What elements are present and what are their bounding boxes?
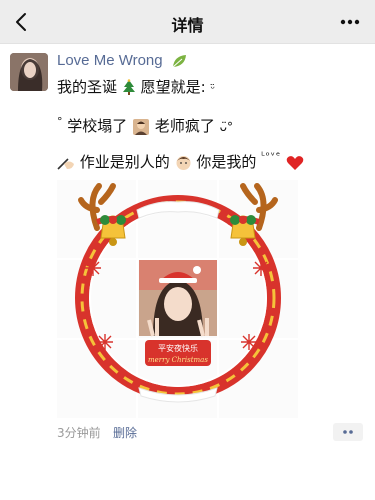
writing-hand-icon xyxy=(57,157,74,170)
post-line-1: 我的圣诞 愿望就是: ᵕ̈ xyxy=(57,78,215,96)
leaf-icon xyxy=(172,55,186,68)
image-caption-cn: 平安夜快乐 xyxy=(158,343,198,353)
delete-link[interactable]: 删除 xyxy=(113,424,137,441)
post-line-3: 作业是别人的 你是我的 ᴸᵒᵛᵉ xyxy=(57,151,304,172)
christmas-tree-icon xyxy=(122,79,135,95)
post-line-2: ° 学校塌了 老师疯了 ᴗ̈° xyxy=(57,115,233,135)
teacher-icon xyxy=(133,118,150,135)
image-grid[interactable]: 平安夜快乐 merry Christmas xyxy=(57,180,299,418)
image-caption-en: merry Christmas xyxy=(148,356,208,364)
christmas-wreath-illustration: 平安夜快乐 merry Christmas xyxy=(75,183,281,403)
red-heart-icon xyxy=(286,155,304,170)
page-title: 详情 xyxy=(171,16,204,35)
avatar[interactable] xyxy=(10,53,48,91)
nav-bar: 详情 xyxy=(0,0,375,44)
more-dots-icon xyxy=(343,430,353,434)
post-time: 3分钟前 xyxy=(57,426,101,440)
ellipsis-icon[interactable] xyxy=(339,12,361,32)
post-username[interactable]: Love Me Wrong xyxy=(57,52,163,69)
comment-like-button[interactable] xyxy=(333,423,363,441)
boy-face-icon xyxy=(176,156,191,170)
